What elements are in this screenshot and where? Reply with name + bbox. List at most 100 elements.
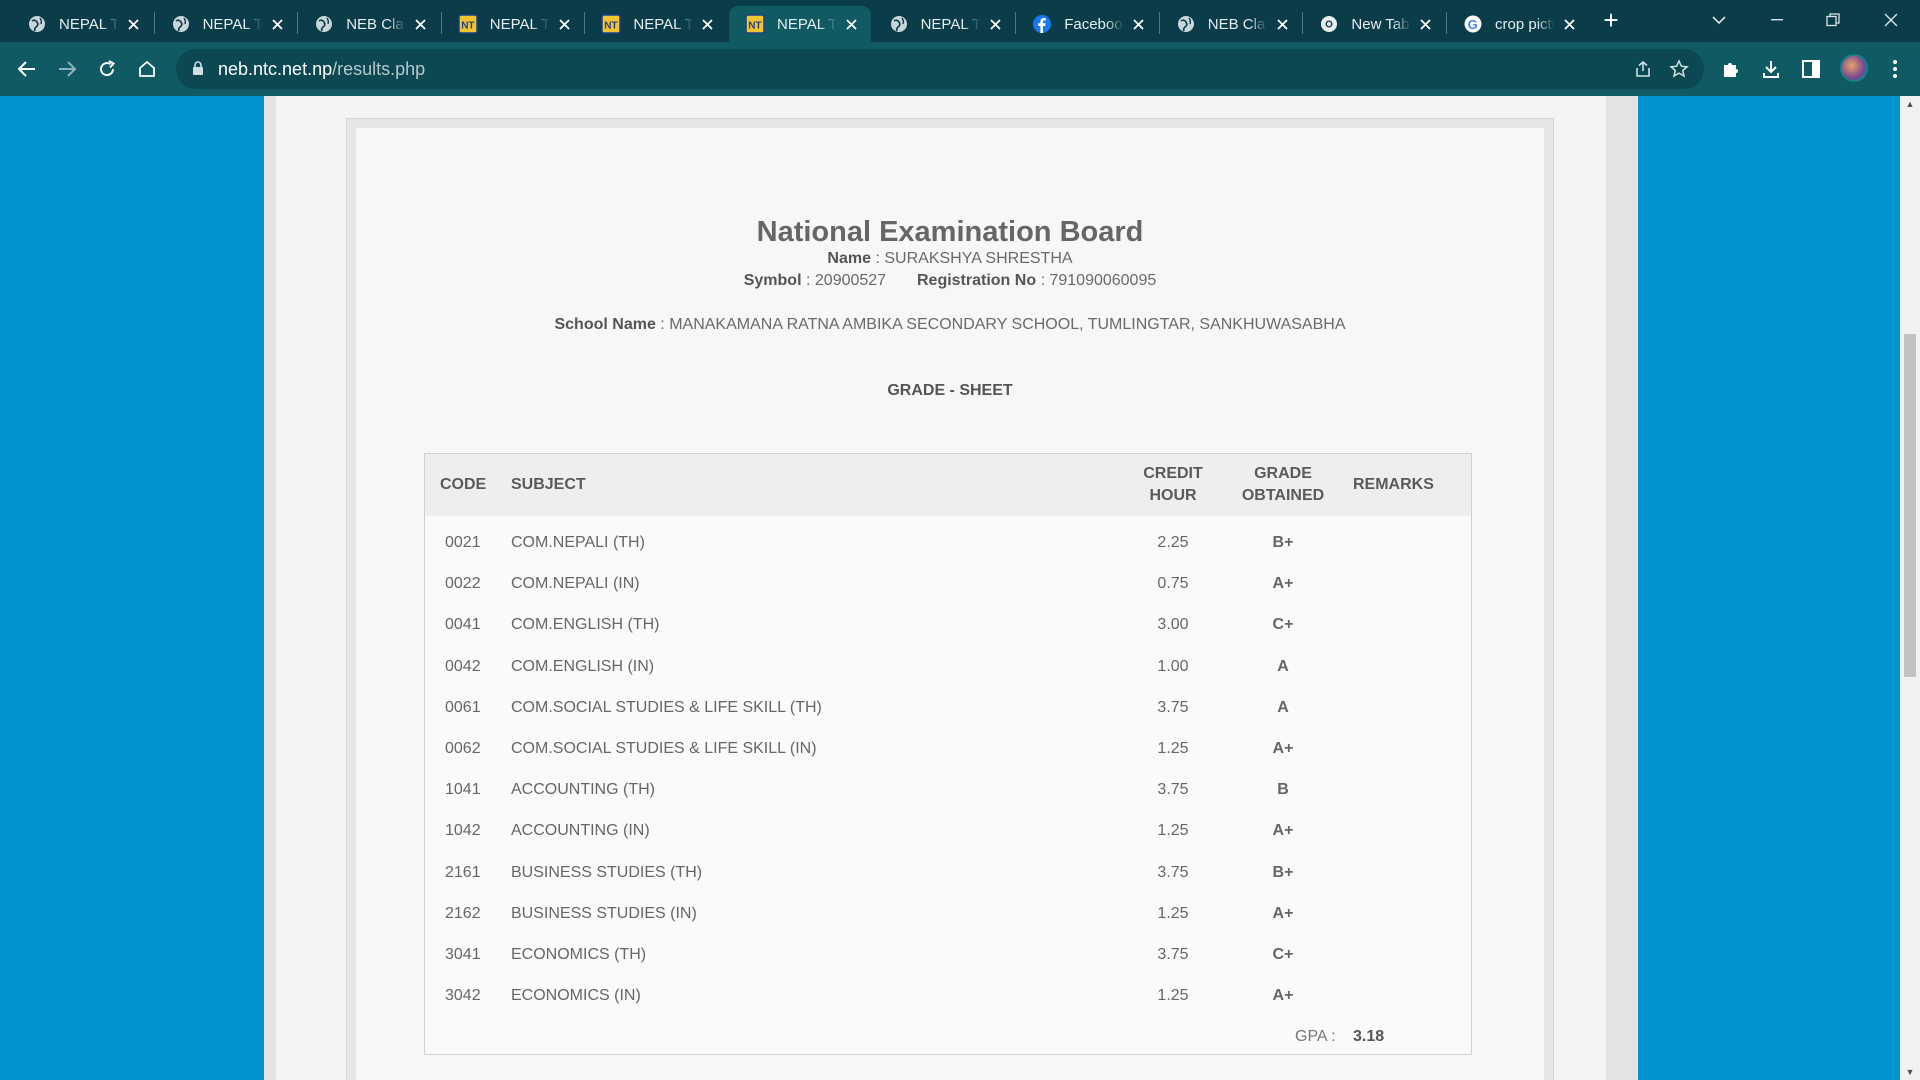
browser-toolbar: neb.ntc.net.np/results.php <box>0 42 1920 96</box>
profile-avatar[interactable] <box>1840 54 1868 82</box>
download-icon[interactable] <box>1756 54 1786 84</box>
header-grade-obtained: GRADE OBTAINED <box>1223 463 1343 507</box>
close-tab-icon[interactable] <box>699 15 717 33</box>
page-viewport: National Examination Board Name : SURAKS… <box>0 96 1920 1080</box>
tab-title: NEPAL TE <box>202 15 263 33</box>
globe-icon <box>1176 14 1196 34</box>
gpa-label: GPA : <box>1295 1028 1336 1045</box>
cell-remarks <box>1353 769 1463 810</box>
svg-text:NT: NT <box>748 21 761 32</box>
restore-icon[interactable] <box>1818 6 1848 34</box>
tab-separator <box>153 12 155 34</box>
vertical-scrollbar[interactable]: ▲ ▼ <box>1900 96 1920 1080</box>
browser-tab[interactable]: NEPAL TE <box>873 6 1015 42</box>
share-icon[interactable] <box>1632 58 1654 80</box>
cell-grade: A+ <box>1272 987 1294 1005</box>
cell-grade: A+ <box>1272 904 1294 922</box>
cell-remarks <box>1353 975 1463 1016</box>
close-tab-icon[interactable] <box>1561 15 1579 33</box>
name-separator: : <box>875 250 880 267</box>
registration-separator: : <box>1040 272 1046 289</box>
browser-tab[interactable]: NEPAL TE <box>155 6 297 42</box>
header-grade-line2: OBTAINED <box>1241 487 1325 504</box>
header-credit-line1: CREDIT <box>1143 465 1203 482</box>
close-tab-icon[interactable] <box>1130 15 1148 33</box>
close-tab-icon[interactable] <box>986 15 1004 33</box>
lock-icon[interactable] <box>192 61 204 81</box>
browser-tab[interactable]: NT NEPAL TE <box>442 6 584 42</box>
browser-tab[interactable]: Gcrop pictu <box>1447 6 1589 42</box>
url-text[interactable]: neb.ntc.net.np/results.php <box>218 59 425 80</box>
tab-title: NEB Class <box>346 15 406 33</box>
close-tab-icon[interactable] <box>1273 15 1291 33</box>
browser-tab[interactable]: New Tab <box>1303 6 1445 42</box>
table-row: 3041 ECONOMICS (TH) 3.75 C+ <box>425 934 1471 975</box>
close-tab-icon[interactable] <box>843 15 861 33</box>
scrollbar-thumb[interactable] <box>1904 334 1916 677</box>
cell-grade: A+ <box>1272 822 1294 840</box>
cell-code: 0061 <box>445 698 481 716</box>
browser-tab[interactable]: NT NEPAL TE <box>729 6 871 42</box>
more-menu-icon[interactable] <box>1880 54 1910 84</box>
cell-code: 0042 <box>445 657 481 675</box>
student-name: SURAKSHYA SHRESTHA <box>884 250 1073 267</box>
tab-title: NEB Class <box>1207 15 1268 33</box>
header-grade-line1: GRADE <box>1254 465 1312 482</box>
bookmark-star-icon[interactable] <box>1668 58 1690 80</box>
browser-tab[interactable]: NT NEPAL TE <box>585 6 727 42</box>
tab-title: NEPAL TE <box>777 15 837 33</box>
cell-remarks <box>1353 934 1463 975</box>
tab-title: NEPAL TE <box>920 15 981 33</box>
cell-remarks <box>1353 687 1463 728</box>
back-arrow-icon[interactable] <box>12 54 42 84</box>
cell-grade: B+ <box>1272 534 1294 551</box>
home-icon[interactable] <box>132 54 162 84</box>
browser-tab[interactable]: NEB Class <box>1160 6 1302 42</box>
symbol-separator: : <box>805 272 811 289</box>
forward-arrow-icon[interactable] <box>52 54 82 84</box>
tab-separator <box>297 12 299 34</box>
table-row: 3042 ECONOMICS (IN) 1.25 A+ <box>425 975 1471 1016</box>
close-tab-icon[interactable] <box>268 15 286 33</box>
cell-code: 3042 <box>445 987 481 1005</box>
student-name-line: Name : SURAKSHYA SHRESTHA <box>356 250 1544 268</box>
close-tab-icon[interactable] <box>412 15 430 33</box>
close-tab-icon[interactable] <box>125 15 143 33</box>
reload-icon[interactable] <box>92 54 122 84</box>
svg-text:G: G <box>1468 17 1478 32</box>
tab-title: NEPAL TE <box>489 15 550 33</box>
browser-tab[interactable]: NEPAL TE <box>11 6 153 42</box>
close-tab-icon[interactable] <box>1417 15 1435 33</box>
browser-tab[interactable]: Facebook <box>1016 6 1158 42</box>
cell-remarks <box>1353 728 1463 769</box>
minimize-icon[interactable] <box>1762 6 1792 34</box>
extensions-puzzle-icon[interactable] <box>1716 54 1746 84</box>
cell-credit-hour: 1.25 <box>1157 904 1189 922</box>
svg-text:NT: NT <box>605 21 618 32</box>
cell-code: 0041 <box>445 616 481 634</box>
side-panel-icon[interactable] <box>1796 54 1826 84</box>
cell-credit-hour: 2.25 <box>1157 534 1189 551</box>
address-bar[interactable]: neb.ntc.net.np/results.php <box>176 49 1704 89</box>
name-label: Name <box>827 250 871 267</box>
scroll-down-arrow-icon[interactable]: ▼ <box>1900 1064 1920 1080</box>
cell-subject: COM.SOCIAL STUDIES & LIFE SKILL (IN) <box>511 740 817 757</box>
page-title: National Examination Board <box>756 216 1144 248</box>
cell-grade: A+ <box>1272 575 1294 593</box>
cell-remarks <box>1353 893 1463 934</box>
tab-search-chevron-icon[interactable] <box>1704 6 1734 34</box>
cell-code: 1041 <box>445 781 481 799</box>
google-icon: G <box>1463 14 1483 34</box>
browser-tab[interactable]: NEB Class <box>298 6 440 42</box>
close-window-icon[interactable] <box>1876 6 1906 34</box>
cell-remarks <box>1353 810 1463 851</box>
close-tab-icon[interactable] <box>555 15 573 33</box>
cell-subject: COM.ENGLISH (IN) <box>511 657 655 675</box>
cell-credit-hour: 3.00 <box>1157 616 1189 634</box>
cell-subject: ACCOUNTING (TH) <box>511 781 655 799</box>
table-row: 2162 BUSINESS STUDIES (IN) 1.25 A+ <box>425 893 1471 934</box>
new-tab-button[interactable]: + <box>1598 7 1624 34</box>
cell-code: 2162 <box>445 904 481 922</box>
scroll-up-arrow-icon[interactable]: ▲ <box>1900 96 1920 112</box>
school-separator: : <box>660 316 665 333</box>
